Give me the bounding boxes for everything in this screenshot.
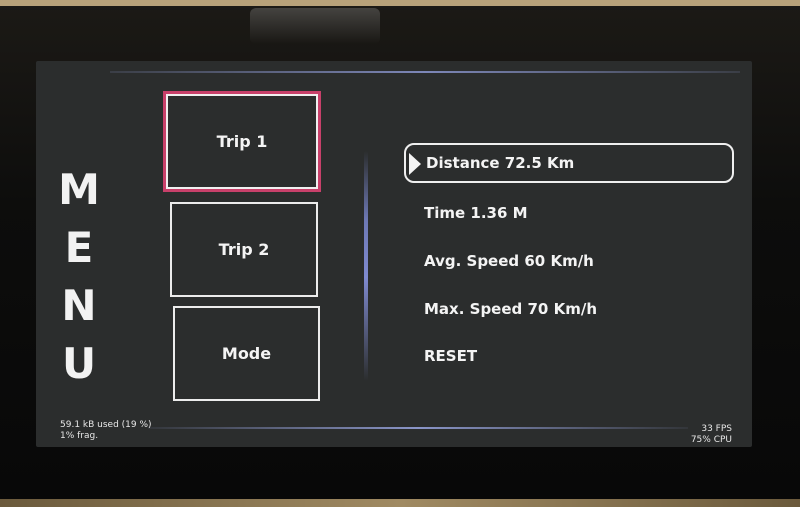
max-speed-row[interactable]: Max. Speed 70 Km/h [424, 300, 597, 318]
top-separator-line [110, 71, 740, 73]
menu-title-letter: N [61, 281, 97, 330]
bezel-glare [250, 8, 380, 44]
lcd-screen: M E N U Trip 1 Trip 2 Mode Distance 72.5… [36, 61, 752, 447]
avg-speed-row[interactable]: Avg. Speed 60 Km/h [424, 252, 594, 270]
trip-1-label: Trip 1 [216, 132, 268, 151]
reset-button[interactable]: RESET [424, 347, 477, 365]
status-bar: 59.1 kB used (19 %) 1% frag. 33 FPS 75% … [36, 419, 752, 447]
distance-text: Distance 72.5 Km [426, 154, 575, 172]
fragmentation-text: 1% frag. [60, 431, 99, 441]
fps-text: 33 FPS [701, 424, 732, 434]
status-separator-line [148, 427, 688, 429]
memory-usage-text: 59.1 kB used (19 %) [60, 420, 152, 430]
time-row[interactable]: Time 1.36 M [424, 204, 528, 222]
menu-title-letter: U [61, 339, 97, 388]
trip-2-button[interactable]: Trip 2 [170, 202, 318, 297]
max-speed-text: Max. Speed 70 Km/h [424, 300, 597, 318]
device-frame: M E N U Trip 1 Trip 2 Mode Distance 72.5… [0, 0, 800, 507]
mode-button[interactable]: Mode [173, 306, 320, 401]
vertical-divider [364, 151, 368, 381]
avg-speed-text: Avg. Speed 60 Km/h [424, 252, 594, 270]
reset-label: RESET [424, 347, 478, 365]
distance-row[interactable]: Distance 72.5 Km [404, 143, 734, 183]
mode-label: Mode [221, 344, 272, 363]
menu-title-letter: E [64, 223, 94, 272]
trip-2-label: Trip 2 [218, 240, 270, 259]
time-text: Time 1.36 M [424, 204, 528, 222]
trip-1-button[interactable]: Trip 1 [163, 91, 321, 192]
menu-title-letter: M [58, 165, 100, 214]
desk-surface-top [0, 0, 800, 6]
desk-surface-bottom [0, 499, 800, 507]
menu-title: M E N U [54, 161, 104, 393]
cpu-text: 75% CPU [690, 435, 732, 445]
selection-arrow-icon [409, 153, 421, 175]
